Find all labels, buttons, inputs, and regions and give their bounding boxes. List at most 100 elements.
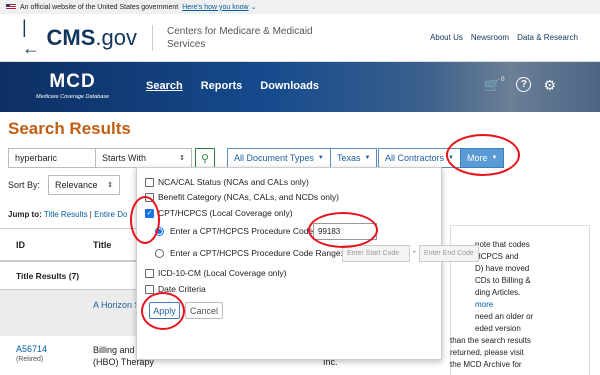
updown-icon: ⇕ xyxy=(179,155,185,162)
benefit-category-label: Benefit Category (NCAs, CALs, and NCDs o… xyxy=(158,192,339,202)
single-code-radio[interactable] xyxy=(155,226,164,236)
nav-reports[interactable]: Reports xyxy=(201,80,243,92)
nav-downloads[interactable]: Downloads xyxy=(260,80,319,92)
more-filters-dropdown: NCA/CAL Status (NCAs and CALs only) Bene… xyxy=(136,167,479,360)
side-note-line: than the search results xyxy=(450,336,531,345)
document-types-label: All Document Types xyxy=(234,153,314,163)
side-note-line: ding Articles. xyxy=(475,288,521,297)
side-note-line: D) have moved xyxy=(475,264,530,273)
nca-cal-label: NCA/CAL Status (NCAs and CALs only) xyxy=(158,177,309,187)
mcd-logo[interactable]: MCD Medicare Coverage Database xyxy=(36,71,109,100)
contractors-label: All Contractors xyxy=(385,153,445,163)
end-code-input[interactable]: Enter End Code xyxy=(419,245,479,262)
cart-icon[interactable]: 🛒0 xyxy=(484,77,505,94)
document-types-filter[interactable]: All Document Types ▼ xyxy=(227,148,331,168)
caret-down-icon: ▼ xyxy=(364,155,371,161)
mcd-nav: Search Reports Downloads xyxy=(146,80,319,92)
state-filter-label: Texas xyxy=(337,153,361,163)
caret-down-icon: ▼ xyxy=(317,155,324,161)
data-research-link[interactable]: Data & Research xyxy=(517,33,578,42)
benefit-category-checkbox[interactable] xyxy=(145,192,154,202)
side-note-line: note that codes xyxy=(475,240,530,249)
search-icon: ⚲ xyxy=(200,152,210,165)
cms-subtitle: Centers for Medicare & Medicaid Services xyxy=(152,24,337,51)
mcd-navbar: MCD Medicare Coverage Database Search Re… xyxy=(0,62,600,112)
col-title: Title xyxy=(93,239,112,250)
updown-icon: ⇕ xyxy=(107,182,114,189)
code-range-label: Enter a CPT/HCPCS Procedure Code Range: xyxy=(170,248,343,258)
side-note-line: eded version xyxy=(475,324,521,333)
icd-checkbox[interactable] xyxy=(145,268,154,278)
col-id: ID xyxy=(16,239,25,250)
icd-option[interactable]: ICD-10-CM (Local Coverage only) xyxy=(145,268,287,278)
cms-logo-icon: |← xyxy=(22,16,40,58)
side-note: note that codes HCPCS and D) have moved … xyxy=(450,239,593,371)
gov-banner: An official website of the United States… xyxy=(0,0,600,14)
single-code-option[interactable]: Enter a CPT/HCPCS Procedure Code: xyxy=(155,226,316,236)
date-criteria-label: Date Criteria xyxy=(158,284,206,294)
benefit-category-option[interactable]: Benefit Category (NCAs, CALs, and NCDs o… xyxy=(145,192,339,202)
contractors-filter[interactable]: All Contractors ▼ xyxy=(378,148,461,168)
row-id-link[interactable]: A56714 xyxy=(16,344,93,354)
sort-select[interactable]: Relevance ⇕ xyxy=(48,175,121,195)
side-note-line: need an older or xyxy=(475,312,534,321)
how-you-know-link[interactable]: Here's how you know xyxy=(182,4,248,11)
code-range-radio[interactable] xyxy=(155,248,164,258)
side-note-line: the MCD Archive for xyxy=(450,360,522,369)
sort-label: Sort By: xyxy=(8,180,41,190)
more-label: More xyxy=(467,153,488,163)
title-results-link[interactable]: Title Results xyxy=(44,210,88,219)
date-criteria-checkbox[interactable] xyxy=(145,284,154,294)
nav-search[interactable]: Search xyxy=(146,80,183,92)
nca-cal-checkbox[interactable] xyxy=(145,177,154,187)
cms-top-links: About Us Newsroom Data & Research xyxy=(430,33,578,42)
keyword-input[interactable]: hyperbaric xyxy=(8,148,96,168)
row-status: (Retired) xyxy=(16,356,44,363)
icd-label: ICD-10-CM (Local Coverage only) xyxy=(158,268,287,278)
cpt-hcpcs-label: CPT/HCPCS (Local Coverage only) xyxy=(158,208,293,218)
gear-icon[interactable]: ⚙ xyxy=(543,77,556,94)
date-criteria-option[interactable]: Date Criteria xyxy=(145,284,206,294)
code-range-option[interactable]: Enter a CPT/HCPCS Procedure Code Range: xyxy=(155,248,343,258)
page-title: Search Results xyxy=(8,119,131,138)
cpt-hcpcs-checkbox[interactable]: ✓ xyxy=(145,208,154,218)
apply-button[interactable]: Apply xyxy=(149,302,180,319)
procedure-code-input[interactable]: 99183 xyxy=(313,223,377,240)
mcd-logo-text: MCD xyxy=(49,71,96,92)
chevron-down-icon: ⌄ xyxy=(250,4,257,11)
search-button[interactable]: ⚲ xyxy=(195,148,215,168)
cms-logo[interactable]: |← CMS .gov xyxy=(22,17,137,59)
gov-banner-text: An official website of the United States… xyxy=(20,3,179,11)
start-code-input[interactable]: Enter Start Code xyxy=(342,245,410,262)
caret-down-icon: ▼ xyxy=(491,155,498,161)
sort-row: Sort By: Relevance ⇕ xyxy=(8,175,121,195)
state-filter[interactable]: Texas ▼ xyxy=(330,148,378,168)
jump-label: Jump to: xyxy=(8,210,42,219)
jump-links: Jump to: Title Results | Entire Do xyxy=(8,210,128,219)
match-select-value: Starts With xyxy=(102,153,147,163)
mcd-icons: 🛒0 ? ⚙ xyxy=(484,77,556,94)
entire-document-link[interactable]: Entire Do xyxy=(94,210,127,219)
more-filter-button[interactable]: More ▼ xyxy=(460,148,505,168)
side-note-line: CDs to Billing & xyxy=(475,276,531,285)
cpt-hcpcs-option[interactable]: ✓ CPT/HCPCS (Local Coverage only) xyxy=(145,208,293,218)
cms-header: |← CMS .gov Centers for Medicare & Medica… xyxy=(0,14,600,62)
side-note-line[interactable]: more xyxy=(475,299,593,311)
about-us-link[interactable]: About Us xyxy=(430,33,463,42)
cancel-button[interactable]: Cancel xyxy=(185,302,223,319)
newsroom-link[interactable]: Newsroom xyxy=(471,33,509,42)
match-select[interactable]: Starts With ⇕ xyxy=(96,148,192,168)
cms-logo-text: CMS xyxy=(46,24,96,50)
side-note-line: returned, please visit xyxy=(450,348,524,357)
side-note-line: HCPCS and xyxy=(475,252,519,261)
range-separator: - xyxy=(413,247,416,256)
cms-logo-suffix: .gov xyxy=(95,24,137,50)
mcd-logo-subtitle: Medicare Coverage Database xyxy=(36,94,110,100)
sort-select-value: Relevance xyxy=(55,180,98,190)
help-icon[interactable]: ? xyxy=(516,77,532,92)
flag-icon xyxy=(6,4,16,10)
nca-cal-option[interactable]: NCA/CAL Status (NCAs and CALs only) xyxy=(145,177,309,187)
single-code-label: Enter a CPT/HCPCS Procedure Code: xyxy=(170,226,316,236)
search-row: hyperbaric Starts With ⇕ ⚲ xyxy=(8,148,215,168)
cart-count: 0 xyxy=(501,77,505,83)
